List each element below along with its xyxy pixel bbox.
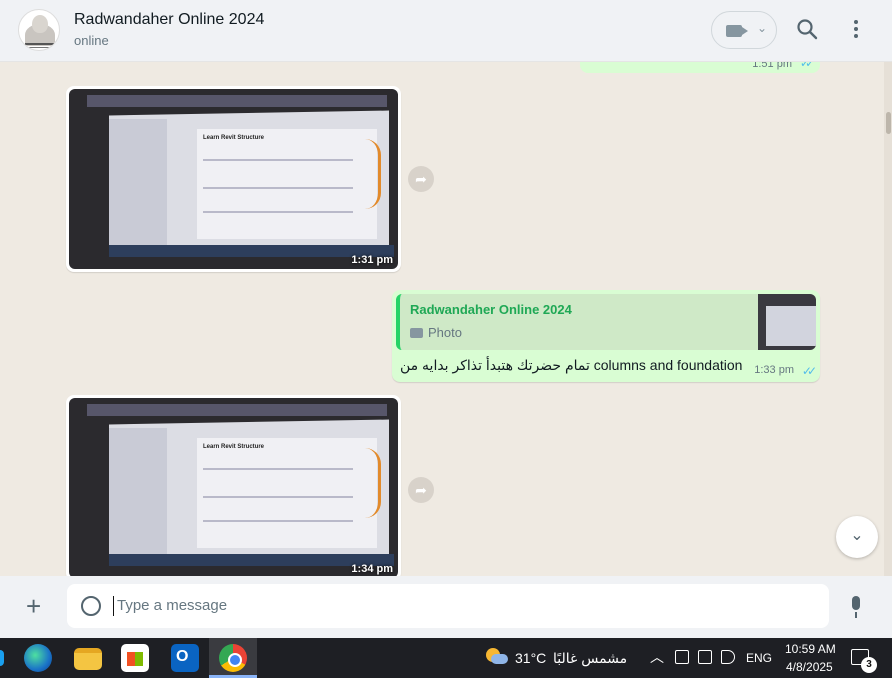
video-camera-icon — [726, 25, 748, 37]
message-time: 1:34 pm — [351, 563, 393, 575]
microphone-icon[interactable] — [849, 596, 863, 618]
image-message[interactable]: Learn Revit Structure 1:31 pm — [66, 86, 401, 272]
quoted-message[interactable]: Radwandaher Online 2024 Photo — [396, 294, 816, 350]
message-input[interactable]: Type a message — [67, 584, 829, 628]
camera-icon — [410, 328, 423, 338]
contact-status: online — [74, 33, 109, 48]
outgoing-reply-message[interactable]: Radwandaher Online 2024 Photo تمام حضرتك… — [392, 290, 820, 382]
notifications-badge: 3 — [861, 657, 877, 673]
message-input-placeholder: Type a message — [117, 597, 228, 614]
quoted-type: Photo — [428, 325, 462, 340]
clock-time[interactable]: 10:59 AM — [785, 642, 836, 656]
quoted-photo-thumbnail — [758, 294, 816, 350]
quoted-sender: Radwandaher Online 2024 — [410, 302, 572, 317]
contact-name[interactable]: Radwandaher Online 2024 — [74, 11, 264, 29]
image-message[interactable]: Learn Revit Structure 1:34 pm — [66, 395, 401, 576]
chat-scrollbar-thumb[interactable] — [886, 112, 891, 134]
chevron-down-icon: ⌄ — [757, 21, 768, 35]
read-ticks-icon: ✓✓ — [801, 364, 817, 378]
weather-icon[interactable] — [486, 648, 508, 666]
photo-caption-text: Learn Revit Structure — [203, 444, 265, 450]
windows-taskbar: 31°C مشمس غالبًا ︿ ENG 10:59 AM 4/8/2025… — [0, 638, 892, 678]
chrome-icon — [219, 644, 247, 672]
menu-icon[interactable] — [846, 17, 866, 43]
forward-icon[interactable]: ➦ — [408, 166, 434, 192]
clock-date[interactable]: 4/8/2025 — [786, 660, 833, 674]
emoji-sticker-icon[interactable] — [81, 596, 101, 616]
contact-avatar[interactable] — [18, 9, 60, 51]
scroll-to-bottom-button[interactable]: ⌄ — [836, 516, 878, 558]
search-icon[interactable] — [795, 17, 819, 41]
message-time: 1:33 pm — [754, 364, 794, 376]
chrome-taskbar-button[interactable] — [209, 638, 257, 678]
chat-header: Radwandaher Online 2024 online ⌄ — [0, 0, 892, 62]
video-call-button[interactable]: ⌄ — [711, 11, 777, 49]
read-ticks-icon: ✓✓ — [799, 62, 815, 70]
message-composer: + Type a message — [0, 576, 892, 638]
tray-chevron-up-icon[interactable]: ︿ — [650, 647, 664, 667]
microsoft-store-icon[interactable] — [121, 644, 149, 672]
photo-thumbnail[interactable]: Learn Revit Structure — [69, 398, 398, 576]
language-indicator[interactable]: ENG — [746, 651, 772, 665]
outlook-icon[interactable] — [171, 644, 199, 672]
attach-plus-icon[interactable]: + — [26, 592, 41, 620]
forward-icon[interactable]: ➦ — [408, 477, 434, 503]
message-time: 1:51 pm — [752, 62, 792, 70]
file-explorer-icon[interactable] — [74, 648, 102, 670]
camera-tray-icon[interactable] — [675, 650, 689, 664]
photo-thumbnail[interactable]: Learn Revit Structure — [69, 89, 398, 269]
weather-description[interactable]: مشمس غالبًا — [553, 650, 627, 667]
edge-browser-icon[interactable] — [24, 644, 52, 672]
photo-caption-text: Learn Revit Structure — [203, 135, 265, 141]
volume-icon[interactable] — [721, 650, 735, 664]
network-icon[interactable] — [698, 650, 712, 664]
message-text: تمام حضرتك هتبدأ تذاكر بدايه من columns … — [400, 357, 743, 373]
outgoing-message-fragment[interactable]: 1:51 pm ✓✓ — [580, 62, 820, 73]
taskbar-edge-indicator — [0, 650, 4, 666]
message-time: 1:31 pm — [351, 254, 393, 266]
weather-temperature[interactable]: 31°C — [515, 650, 546, 666]
chat-scrollbar[interactable] — [884, 62, 892, 576]
chat-messages[interactable]: 1:51 pm ✓✓ Learn Revit Structure 1:31 pm… — [0, 62, 892, 576]
